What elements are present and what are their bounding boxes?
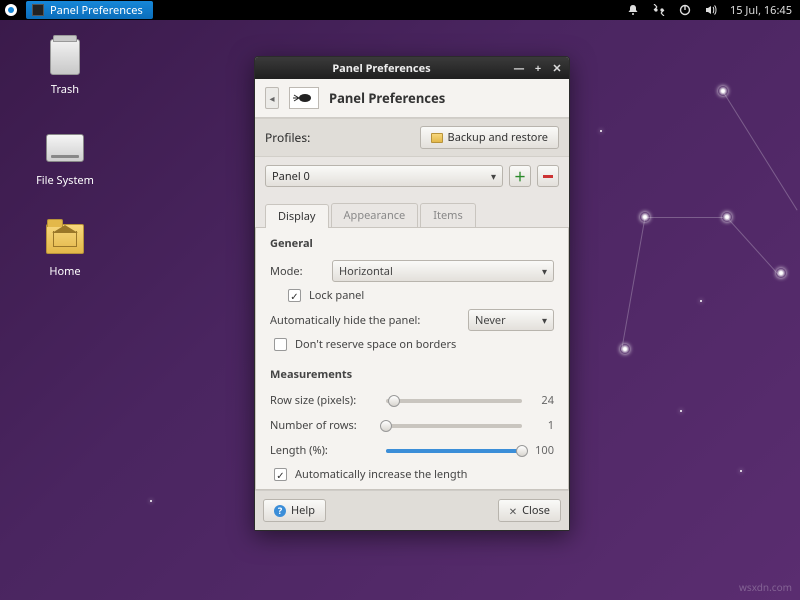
minimize-button[interactable]: —: [511, 61, 527, 75]
close-button-label: Close: [522, 503, 550, 518]
tab-label: Display: [278, 209, 316, 224]
tab-label: Items: [433, 208, 462, 223]
panel-selector-value: Panel 0: [272, 169, 310, 184]
remove-panel-button[interactable]: [537, 165, 559, 187]
auto-increase-label: Automatically increase the length: [295, 467, 467, 482]
general-group: General Mode: Horizontal ✓ Lock panel Au…: [256, 228, 568, 359]
dialog-footer: ? Help ✕ Close: [255, 490, 569, 530]
num-rows-slider[interactable]: [386, 424, 522, 428]
length-slider[interactable]: [386, 449, 522, 453]
trash-icon: [50, 39, 80, 75]
desktop-icon-label: Home: [30, 264, 100, 279]
measurements-title: Measurements: [270, 367, 554, 382]
plus-icon: ＋: [514, 168, 526, 185]
backup-button-label: Backup and restore: [448, 130, 548, 145]
top-panel: Panel Preferences 15 Jul, 16:45: [0, 0, 800, 20]
volume-icon[interactable]: [704, 3, 718, 17]
back-button[interactable]: ◂: [265, 87, 279, 109]
length-label: Length (%):: [270, 443, 378, 458]
tab-appearance[interactable]: Appearance: [331, 203, 419, 227]
taskbar-item-panel-preferences[interactable]: Panel Preferences: [26, 1, 153, 19]
panel-preferences-window: Panel Preferences — + ✕ ◂ Panel Preferen…: [254, 56, 570, 531]
measurements-group: Measurements Row size (pixels): 24 Numbe…: [256, 359, 568, 489]
general-title: General: [270, 236, 554, 251]
num-rows-label: Number of rows:: [270, 418, 378, 433]
watermark: wsxdn.com: [739, 580, 792, 594]
mode-label: Mode:: [270, 264, 324, 279]
backup-restore-button[interactable]: Backup and restore: [420, 126, 559, 149]
maximize-button[interactable]: +: [530, 61, 546, 75]
row-size-label: Row size (pixels):: [270, 393, 378, 408]
xfce-logo-icon: [289, 87, 319, 109]
reserve-space-checkbox[interactable]: [274, 338, 287, 351]
desktop-icon-label: Trash: [30, 82, 100, 97]
notifications-icon[interactable]: [626, 3, 640, 17]
num-rows-value: 1: [530, 418, 554, 433]
drive-icon: [46, 134, 84, 162]
header: ◂ Panel Preferences: [255, 79, 569, 118]
desktop-icon-home[interactable]: Home: [30, 218, 100, 279]
power-icon[interactable]: [678, 3, 692, 17]
row-size-value: 24: [530, 393, 554, 408]
applications-menu-button[interactable]: [0, 0, 22, 20]
help-button-label: Help: [291, 503, 315, 518]
add-panel-button[interactable]: ＋: [509, 165, 531, 187]
help-icon: ?: [274, 505, 286, 517]
length-value: 100: [530, 443, 554, 458]
check-mark-icon: ✓: [290, 289, 298, 303]
home-folder-icon: [46, 224, 84, 254]
auto-increase-checkbox[interactable]: ✓: [274, 468, 287, 481]
titlebar[interactable]: Panel Preferences — + ✕: [255, 57, 569, 79]
autohide-value: Never: [475, 313, 506, 328]
folder-icon: [431, 133, 443, 143]
window-title: Panel Preferences: [255, 61, 508, 76]
clock[interactable]: 15 Jul, 16:45: [730, 3, 792, 18]
close-button[interactable]: ✕ Close: [498, 499, 561, 522]
desktop-icon-label: File System: [30, 173, 100, 188]
lock-panel-label: Lock panel: [309, 288, 364, 303]
profiles-row: Profiles: Backup and restore: [255, 118, 569, 157]
window-thumb-icon: [32, 4, 44, 16]
autohide-label: Automatically hide the panel:: [270, 313, 460, 328]
tabs: Display Appearance Items: [255, 195, 569, 228]
network-icon[interactable]: [652, 3, 666, 17]
profiles-label: Profiles:: [265, 129, 310, 146]
tab-label: Appearance: [344, 208, 406, 223]
desktop-icon-filesystem[interactable]: File System: [30, 127, 100, 188]
close-window-button[interactable]: ✕: [549, 61, 565, 75]
close-icon: ✕: [509, 504, 517, 518]
tab-items[interactable]: Items: [420, 203, 475, 227]
help-button[interactable]: ? Help: [263, 499, 326, 522]
panel-selector[interactable]: Panel 0: [265, 165, 503, 187]
header-title: Panel Preferences: [329, 89, 445, 107]
desktop-icon-trash[interactable]: Trash: [30, 36, 100, 97]
minus-icon: [543, 175, 553, 178]
mode-value: Horizontal: [339, 264, 393, 279]
check-mark-icon: ✓: [276, 468, 284, 482]
reserve-space-label: Don't reserve space on borders: [295, 337, 456, 352]
tab-display[interactable]: Display: [265, 204, 329, 228]
row-size-slider[interactable]: [386, 399, 522, 403]
mode-selector[interactable]: Horizontal: [332, 260, 554, 282]
taskbar-item-label: Panel Preferences: [50, 3, 143, 18]
lock-panel-checkbox[interactable]: ✓: [288, 289, 301, 302]
desktop-icons: Trash File System Home: [30, 36, 100, 279]
autohide-selector[interactable]: Never: [468, 309, 554, 331]
